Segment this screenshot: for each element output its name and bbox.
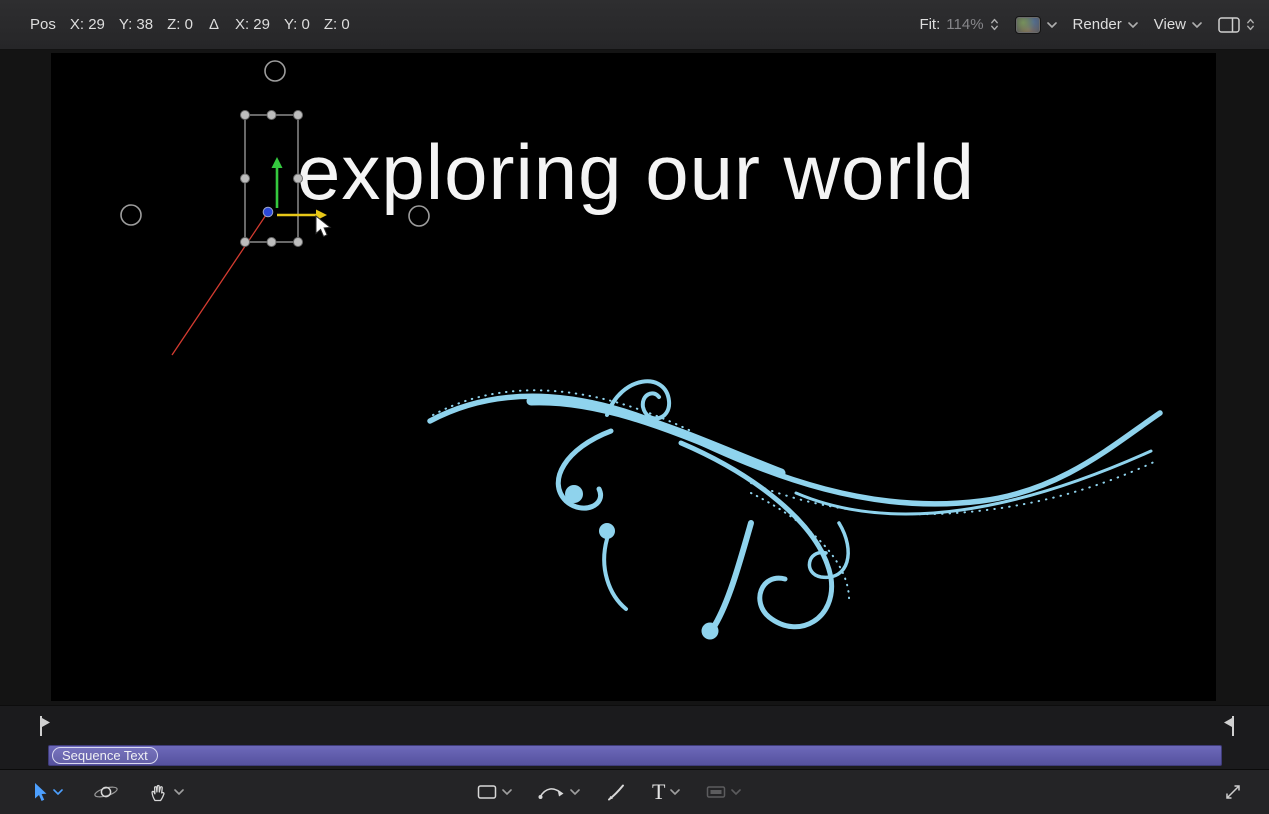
pos-x-value: X: 29 [70,16,105,33]
canvas-layout-popup[interactable] [1218,17,1255,33]
paint-stroke-tool-button[interactable] [606,782,626,802]
selection-handles[interactable] [241,111,303,247]
pan-tool-button[interactable] [149,782,184,802]
hand-icon [149,782,169,802]
updown-chevrons-icon [990,17,999,32]
chevron-down-icon [53,789,63,795]
render-menu[interactable]: Render [1073,16,1138,33]
panel-layout-icon [1218,17,1240,33]
pos-y-value: Y: 38 [119,16,153,33]
control-point-circles[interactable] [121,61,429,226]
canvas-viewport[interactable]: exploring our world [51,53,1216,701]
chevron-down-icon [1192,22,1202,28]
orbit-3d-tool-button[interactable] [93,782,119,802]
motion-path-line[interactable] [172,212,268,355]
transform-gizmo[interactable] [263,157,327,221]
pen-curve-icon [538,782,565,802]
canvas-overlay [51,53,1216,701]
delta-z-value: Z: 0 [324,16,350,33]
view-label: View [1154,16,1186,33]
zoom-fit-control[interactable]: Fit: 114% [919,16,998,33]
canvas-toolbar: Pos X: 29 Y: 38 Z: 0 Δ X: 29 Y: 0 Z: 0 F… [0,0,1269,50]
arrow-cursor-icon [32,782,48,802]
delta-x-value: X: 29 [235,16,270,33]
text-tool-icon: T [652,781,665,803]
fit-label: Fit: [919,16,940,33]
select-tool-button[interactable] [32,782,63,802]
tools-toolbar: T [0,769,1269,814]
timeline-in-point-icon[interactable] [38,715,52,737]
timeline-track-label[interactable]: Sequence Text [52,747,158,764]
gizmo-anchor-point[interactable] [263,207,273,217]
rectangle-icon [477,784,497,800]
gizmo-y-axis-arrow[interactable] [272,157,283,208]
pos-z-value: Z: 0 [167,16,193,33]
mask-tool-button-disabled [706,784,741,800]
control-point [121,205,141,225]
chevron-down-icon [502,789,512,795]
brush-stroke-icon [606,782,626,802]
updown-chevrons-icon [1246,17,1255,32]
flourish-graphic[interactable] [430,381,1160,639]
rectangle-icon [706,784,726,800]
control-point [265,61,285,81]
chevron-down-icon [174,789,184,795]
orbit-icon [93,782,119,802]
timeline-track-bar[interactable]: Sequence Text [48,745,1222,766]
bezier-tool-button[interactable] [538,782,580,802]
chevron-down-icon [1128,22,1138,28]
mouse-cursor-icon [316,216,330,236]
resize-handle-icon[interactable] [1223,782,1243,802]
pos-label: Pos [30,16,56,33]
delta-symbol: Δ [209,16,219,33]
selection-bounding-box[interactable] [241,111,303,247]
color-channels-icon [1015,16,1041,34]
mini-timeline: Sequence Text [0,705,1269,769]
shape-tool-button[interactable] [477,784,512,800]
channels-popup[interactable] [1015,16,1057,34]
workspace: exploring our world [0,50,1269,705]
fit-value: 114% [946,16,983,33]
chevron-down-icon [670,789,680,795]
view-menu[interactable]: View [1154,16,1202,33]
delta-y-value: Y: 0 [284,16,310,33]
chevron-down-icon [570,789,580,795]
chevron-down-icon [731,789,741,795]
chevron-down-icon [1047,22,1057,28]
timeline-out-point-icon[interactable] [1222,715,1236,737]
render-label: Render [1073,16,1122,33]
position-readout: Pos X: 29 Y: 38 Z: 0 Δ X: 29 Y: 0 Z: 0 [30,16,350,33]
text-tool-button[interactable]: T [652,781,680,803]
control-point [409,206,429,226]
